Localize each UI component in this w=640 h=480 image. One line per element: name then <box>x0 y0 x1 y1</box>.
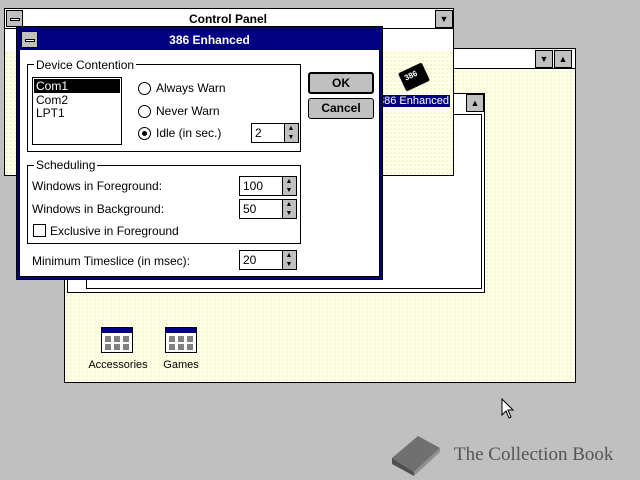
mouse-cursor-icon <box>501 398 515 419</box>
spin-down-icon[interactable]: ▼ <box>283 260 295 269</box>
background-spinner[interactable]: 50 ▲ ▼ <box>239 199 297 219</box>
idle-spinner[interactable]: 2 ▲ ▼ <box>251 123 299 143</box>
foreground-spin-arrows[interactable]: ▲ ▼ <box>282 177 296 195</box>
idle-radio[interactable] <box>138 127 151 140</box>
minimize-button[interactable]: ▼ <box>535 50 553 68</box>
control-panel-minimize-button[interactable]: ▼ <box>435 10 453 28</box>
group-icon-accessories[interactable]: Accessories <box>77 327 149 375</box>
group-icon-label: Accessories <box>88 359 148 371</box>
timeslice-value[interactable]: 20 <box>243 253 256 267</box>
idle-value[interactable]: 2 <box>255 126 262 140</box>
watermark-text: The Collection Book <box>454 444 614 465</box>
group-icon-games[interactable]: Games <box>151 327 211 375</box>
foreground-label: Windows in Foreground: <box>32 179 163 193</box>
idle-label[interactable]: Idle (in sec.) <box>156 126 221 140</box>
spin-down-icon[interactable]: ▼ <box>285 133 297 142</box>
port-list[interactable]: Com1 Com2 LPT1 <box>32 77 122 145</box>
dialog-title: 386 Enhanced <box>169 33 250 47</box>
idle-spin-arrows[interactable]: ▲ ▼ <box>284 124 298 142</box>
dialog-386-enhanced[interactable]: 386 Enhanced Device Contention Com1 Com2… <box>16 26 383 280</box>
always-warn-radio[interactable] <box>138 82 151 95</box>
port-item-com2[interactable]: Com2 <box>34 93 120 107</box>
dialog-system-menu[interactable] <box>21 31 38 48</box>
background-value[interactable]: 50 <box>243 202 256 216</box>
scheduling-label: Scheduling <box>34 158 98 172</box>
dialog-titlebar[interactable]: 386 Enhanced <box>20 30 379 50</box>
timeslice-spinner[interactable]: 20 ▲ ▼ <box>239 250 297 270</box>
control-panel-icon-label[interactable]: 386 Enhanced <box>377 95 450 107</box>
always-warn-label[interactable]: Always Warn <box>156 81 226 95</box>
foreground-spinner[interactable]: 100 ▲ ▼ <box>239 176 297 196</box>
device-contention-label: Device Contention <box>34 58 137 72</box>
program-group-icon <box>101 327 133 353</box>
spin-up-icon[interactable]: ▲ <box>283 200 295 209</box>
child-maximize-button[interactable]: ▲ <box>466 94 484 112</box>
control-panel-system-menu[interactable] <box>6 10 23 27</box>
timeslice-label: Minimum Timeslice (in msec): <box>32 254 191 268</box>
port-item-com1[interactable]: Com1 <box>34 79 120 93</box>
spin-up-icon[interactable]: ▲ <box>285 124 297 133</box>
spin-down-icon[interactable]: ▼ <box>283 209 295 218</box>
timeslice-spin-arrows[interactable]: ▲ ▼ <box>282 251 296 269</box>
port-item-lpt1[interactable]: LPT1 <box>34 106 120 120</box>
spin-up-icon[interactable]: ▲ <box>283 177 295 186</box>
ok-button[interactable]: OK <box>308 72 374 94</box>
group-icon-label: Games <box>163 359 199 371</box>
spin-up-icon[interactable]: ▲ <box>283 251 295 260</box>
never-warn-label[interactable]: Never Warn <box>156 104 220 118</box>
book-icon <box>392 436 440 476</box>
program-group-icon <box>165 327 197 353</box>
control-panel-title: Control Panel <box>188 12 267 26</box>
background-label: Windows in Background: <box>32 202 165 216</box>
cancel-button[interactable]: Cancel <box>308 98 374 119</box>
exclusive-label[interactable]: Exclusive in Foreground <box>50 224 179 238</box>
background-spin-arrows[interactable]: ▲ ▼ <box>282 200 296 218</box>
never-warn-radio[interactable] <box>138 105 151 118</box>
foreground-value[interactable]: 100 <box>243 179 263 193</box>
maximize-button[interactable]: ▲ <box>554 50 572 68</box>
spin-down-icon[interactable]: ▼ <box>283 186 295 195</box>
exclusive-checkbox[interactable] <box>33 224 46 237</box>
